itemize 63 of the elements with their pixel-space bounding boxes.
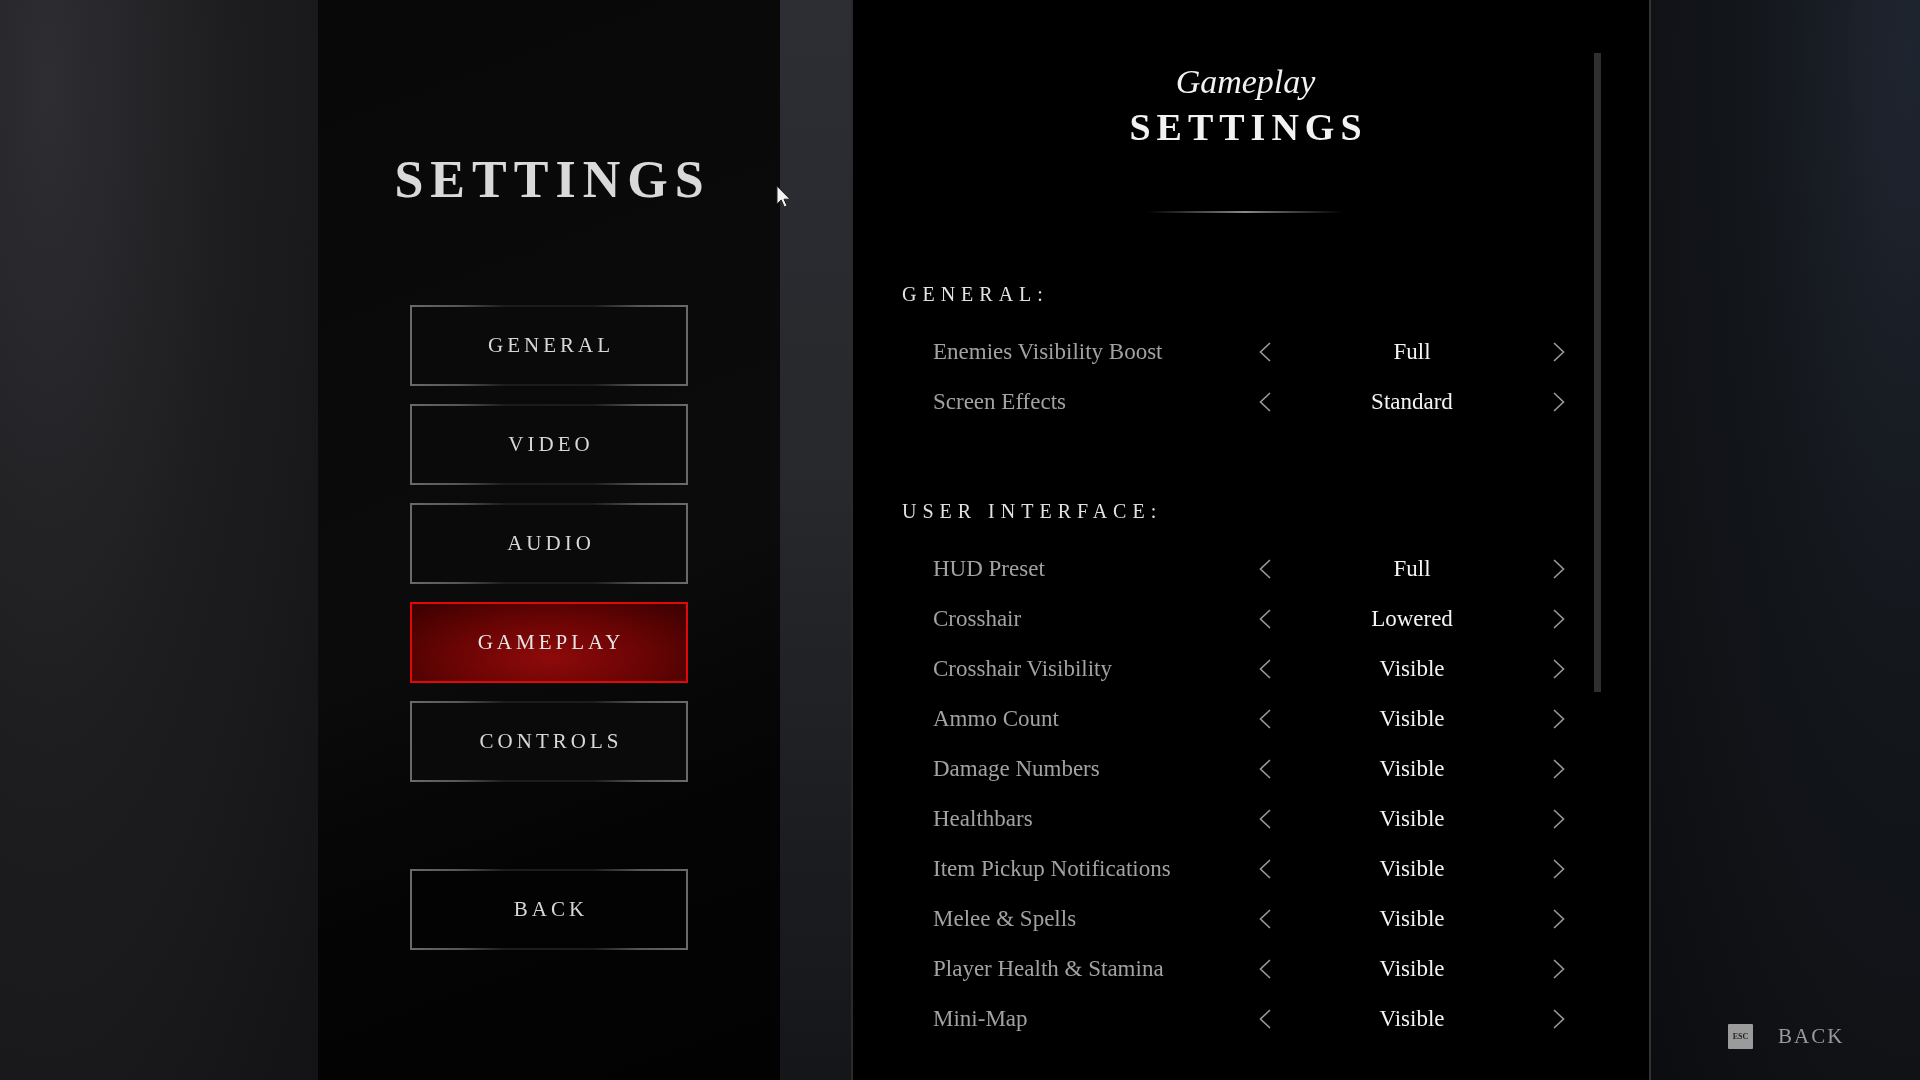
- chevron-left-icon[interactable]: [1259, 909, 1271, 929]
- option-label: Ammo Count: [933, 705, 1059, 733]
- option-label: Crosshair Visibility: [933, 655, 1112, 683]
- chevron-left-icon[interactable]: [1259, 1009, 1271, 1029]
- menu-button[interactable]: AUDIO: [410, 503, 688, 584]
- menu-button[interactable]: GENERAL: [410, 305, 688, 386]
- chevron-left-icon[interactable]: [1259, 609, 1271, 629]
- chevron-right-icon[interactable]: [1553, 759, 1565, 779]
- option-value: Visible: [1379, 755, 1445, 783]
- chevron-left-icon[interactable]: [1259, 659, 1271, 679]
- mouse-pointer-icon: [776, 185, 791, 208]
- chevron-right-icon[interactable]: [1553, 609, 1565, 629]
- menu-button[interactable]: CONTROLS: [410, 701, 688, 782]
- option-label: Screen Effects: [933, 388, 1067, 416]
- chevron-right-icon[interactable]: [1553, 1009, 1565, 1029]
- option-value: Lowered: [1371, 605, 1453, 633]
- option-value: Visible: [1379, 855, 1445, 883]
- option-value: Visible: [1379, 805, 1445, 833]
- option-value: Full: [1393, 555, 1431, 583]
- chevron-left-icon[interactable]: [1259, 342, 1271, 362]
- chevron-right-icon[interactable]: [1553, 959, 1565, 979]
- section-heading: GENERAL:: [902, 282, 1050, 307]
- scrollbar-thumb[interactable]: [1594, 53, 1601, 692]
- option-label: Enemies Visibility Boost: [933, 338, 1163, 366]
- chevron-right-icon[interactable]: [1553, 659, 1565, 679]
- menu-button[interactable]: GAMEPLAY: [410, 602, 688, 683]
- option-label: HUD Preset: [933, 555, 1045, 583]
- chevron-right-icon[interactable]: [1553, 709, 1565, 729]
- chevron-left-icon[interactable]: [1259, 759, 1271, 779]
- chevron-left-icon[interactable]: [1259, 559, 1271, 579]
- esc-key: ESC: [1728, 1023, 1753, 1049]
- chevron-left-icon[interactable]: [1259, 809, 1271, 829]
- back-link[interactable]: BACK: [1778, 1023, 1845, 1049]
- option-label: Crosshair: [933, 605, 1022, 633]
- chevron-left-icon[interactable]: [1259, 859, 1271, 879]
- chevron-right-icon[interactable]: [1553, 342, 1565, 362]
- option-value: Full: [1393, 338, 1431, 366]
- chevron-right-icon[interactable]: [1553, 392, 1565, 412]
- chevron-left-icon[interactable]: [1259, 959, 1271, 979]
- option-label: Healthbars: [933, 805, 1033, 833]
- option-value: Standard: [1371, 388, 1453, 416]
- option-label: Damage Numbers: [933, 755, 1100, 783]
- option-value: Visible: [1379, 955, 1445, 983]
- option-label: Item Pickup Notifications: [933, 855, 1171, 883]
- option-value: Visible: [1379, 1005, 1445, 1033]
- option-value: Visible: [1379, 655, 1445, 683]
- back-button[interactable]: BACK: [410, 869, 688, 950]
- option-label: Mini-Map: [933, 1005, 1028, 1033]
- chevron-right-icon[interactable]: [1553, 559, 1565, 579]
- chevron-right-icon[interactable]: [1553, 809, 1565, 829]
- chevron-right-icon[interactable]: [1553, 859, 1565, 879]
- panel-title: SETTINGS: [1128, 105, 1368, 150]
- chevron-right-icon[interactable]: [1553, 909, 1565, 929]
- option-value: Visible: [1379, 905, 1445, 933]
- option-value: Visible: [1379, 705, 1445, 733]
- chevron-left-icon[interactable]: [1259, 392, 1271, 412]
- chevron-left-icon[interactable]: [1259, 709, 1271, 729]
- menu-button[interactable]: VIDEO: [410, 404, 688, 485]
- section-heading: USER INTERFACE:: [902, 499, 1164, 524]
- panel-subtitle: Gameplay: [1175, 62, 1316, 102]
- option-label: Player Health & Stamina: [933, 955, 1164, 983]
- menu-title: SETTINGS: [393, 150, 711, 210]
- option-label: Melee & Spells: [933, 905, 1077, 933]
